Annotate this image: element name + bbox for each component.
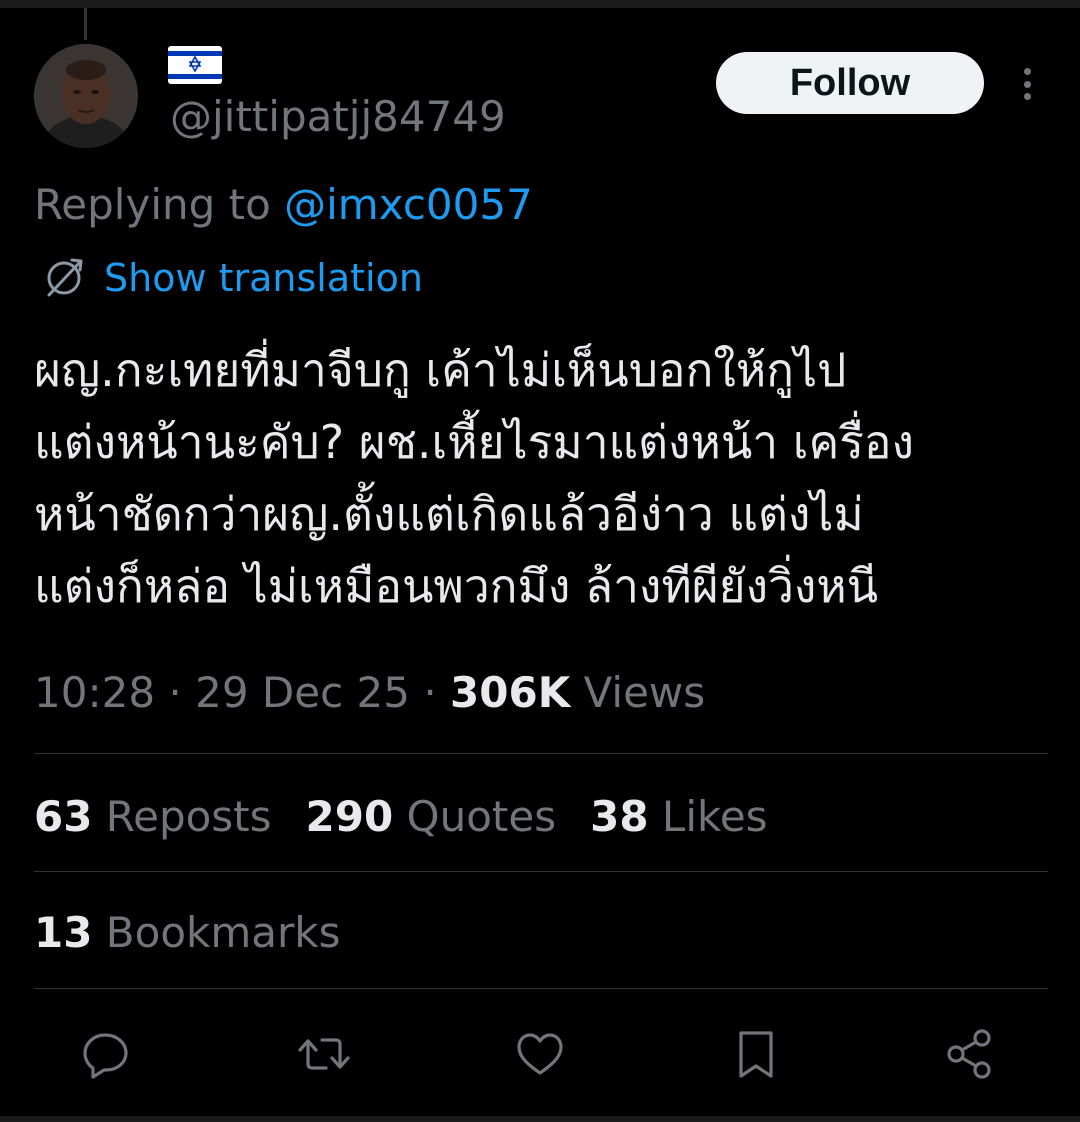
quotes-count: 290 (305, 792, 394, 841)
bookmarks-stat[interactable]: 13 Bookmarks (34, 908, 340, 957)
more-dot (1023, 93, 1031, 100)
tweet-time[interactable]: 10:28 (34, 668, 155, 717)
globe-icon (47, 258, 83, 297)
repost-icon[interactable] (296, 1026, 352, 1082)
follow-button[interactable]: Follow (716, 52, 984, 114)
more-dot (1023, 68, 1031, 75)
like-icon[interactable] (512, 1026, 568, 1082)
bookmarks-count: 13 (34, 908, 93, 957)
tweet-date[interactable]: 29 Dec 25 (195, 668, 410, 717)
share-icon[interactable] (942, 1026, 998, 1082)
views-label[interactable]: Views (570, 668, 706, 717)
bottom-edge (0, 1116, 1080, 1122)
divider (34, 988, 1048, 989)
tweet-meta: 10:28 · 29 Dec 25 · 306K Views (34, 668, 705, 717)
divider (34, 871, 1048, 872)
likes-stat[interactable]: 38 Likes (590, 792, 767, 841)
tweet-text-line: ผญ.กะเทยที่มาจีบกู เค้าไม่เห็นบอกให้กูไป (34, 343, 847, 397)
reply-icon[interactable] (78, 1026, 134, 1082)
tweet-text-line: หน้าชัดกว่าผญ.ตั้งแต่เกิดแล้วอีง่าว แต่ง… (34, 487, 864, 541)
show-translation-link[interactable]: Show translation (40, 254, 423, 302)
quotes-stat[interactable]: 290 Quotes (306, 792, 557, 841)
reposts-stat[interactable]: 63 Reposts (34, 792, 272, 841)
avatar[interactable] (34, 44, 138, 148)
author-handle[interactable]: @jittipatjj84749 (170, 92, 506, 141)
divider (34, 753, 1048, 754)
reposts-count: 63 (34, 792, 93, 841)
tweet-body: ผญ.กะเทยที่มาจีบกู เค้าไม่เห็นบอกให้กูไป… (34, 334, 1054, 622)
reply-mention-link[interactable]: @imxc0057 (284, 180, 533, 229)
more-dot (1023, 80, 1031, 88)
replying-to-label: Replying to (34, 180, 285, 229)
show-translation-label: Show translation (104, 256, 423, 300)
more-vertical-icon[interactable] (1010, 62, 1044, 106)
views-count[interactable]: 306K (450, 668, 570, 717)
quotes-label: Quotes (393, 792, 557, 841)
engagement-stats: 63 Reposts 290 Quotes 38 Likes (34, 792, 802, 841)
top-edge (0, 0, 1080, 8)
reposts-label: Reposts (92, 792, 272, 841)
bookmarks-label: Bookmarks (92, 908, 341, 957)
israel-flag-icon (168, 46, 222, 84)
reply-context: Replying to @imxc0057 (34, 180, 533, 229)
meta-separator: · (155, 668, 196, 717)
meta-separator: · (409, 668, 451, 717)
likes-count: 38 (590, 792, 649, 841)
tweet-text-line: แต่งหน้านะคับ? ผช.เหี้ยไรมาแต่งหน้า เครื… (34, 415, 915, 469)
tweet-text-line: แต่งก็หล่อ ไม่เหมือนพวกมึง ล้างทีผียังวิ… (34, 559, 879, 613)
likes-label: Likes (648, 792, 768, 841)
thread-connector-line (84, 8, 87, 40)
bookmark-icon[interactable] (728, 1026, 784, 1082)
